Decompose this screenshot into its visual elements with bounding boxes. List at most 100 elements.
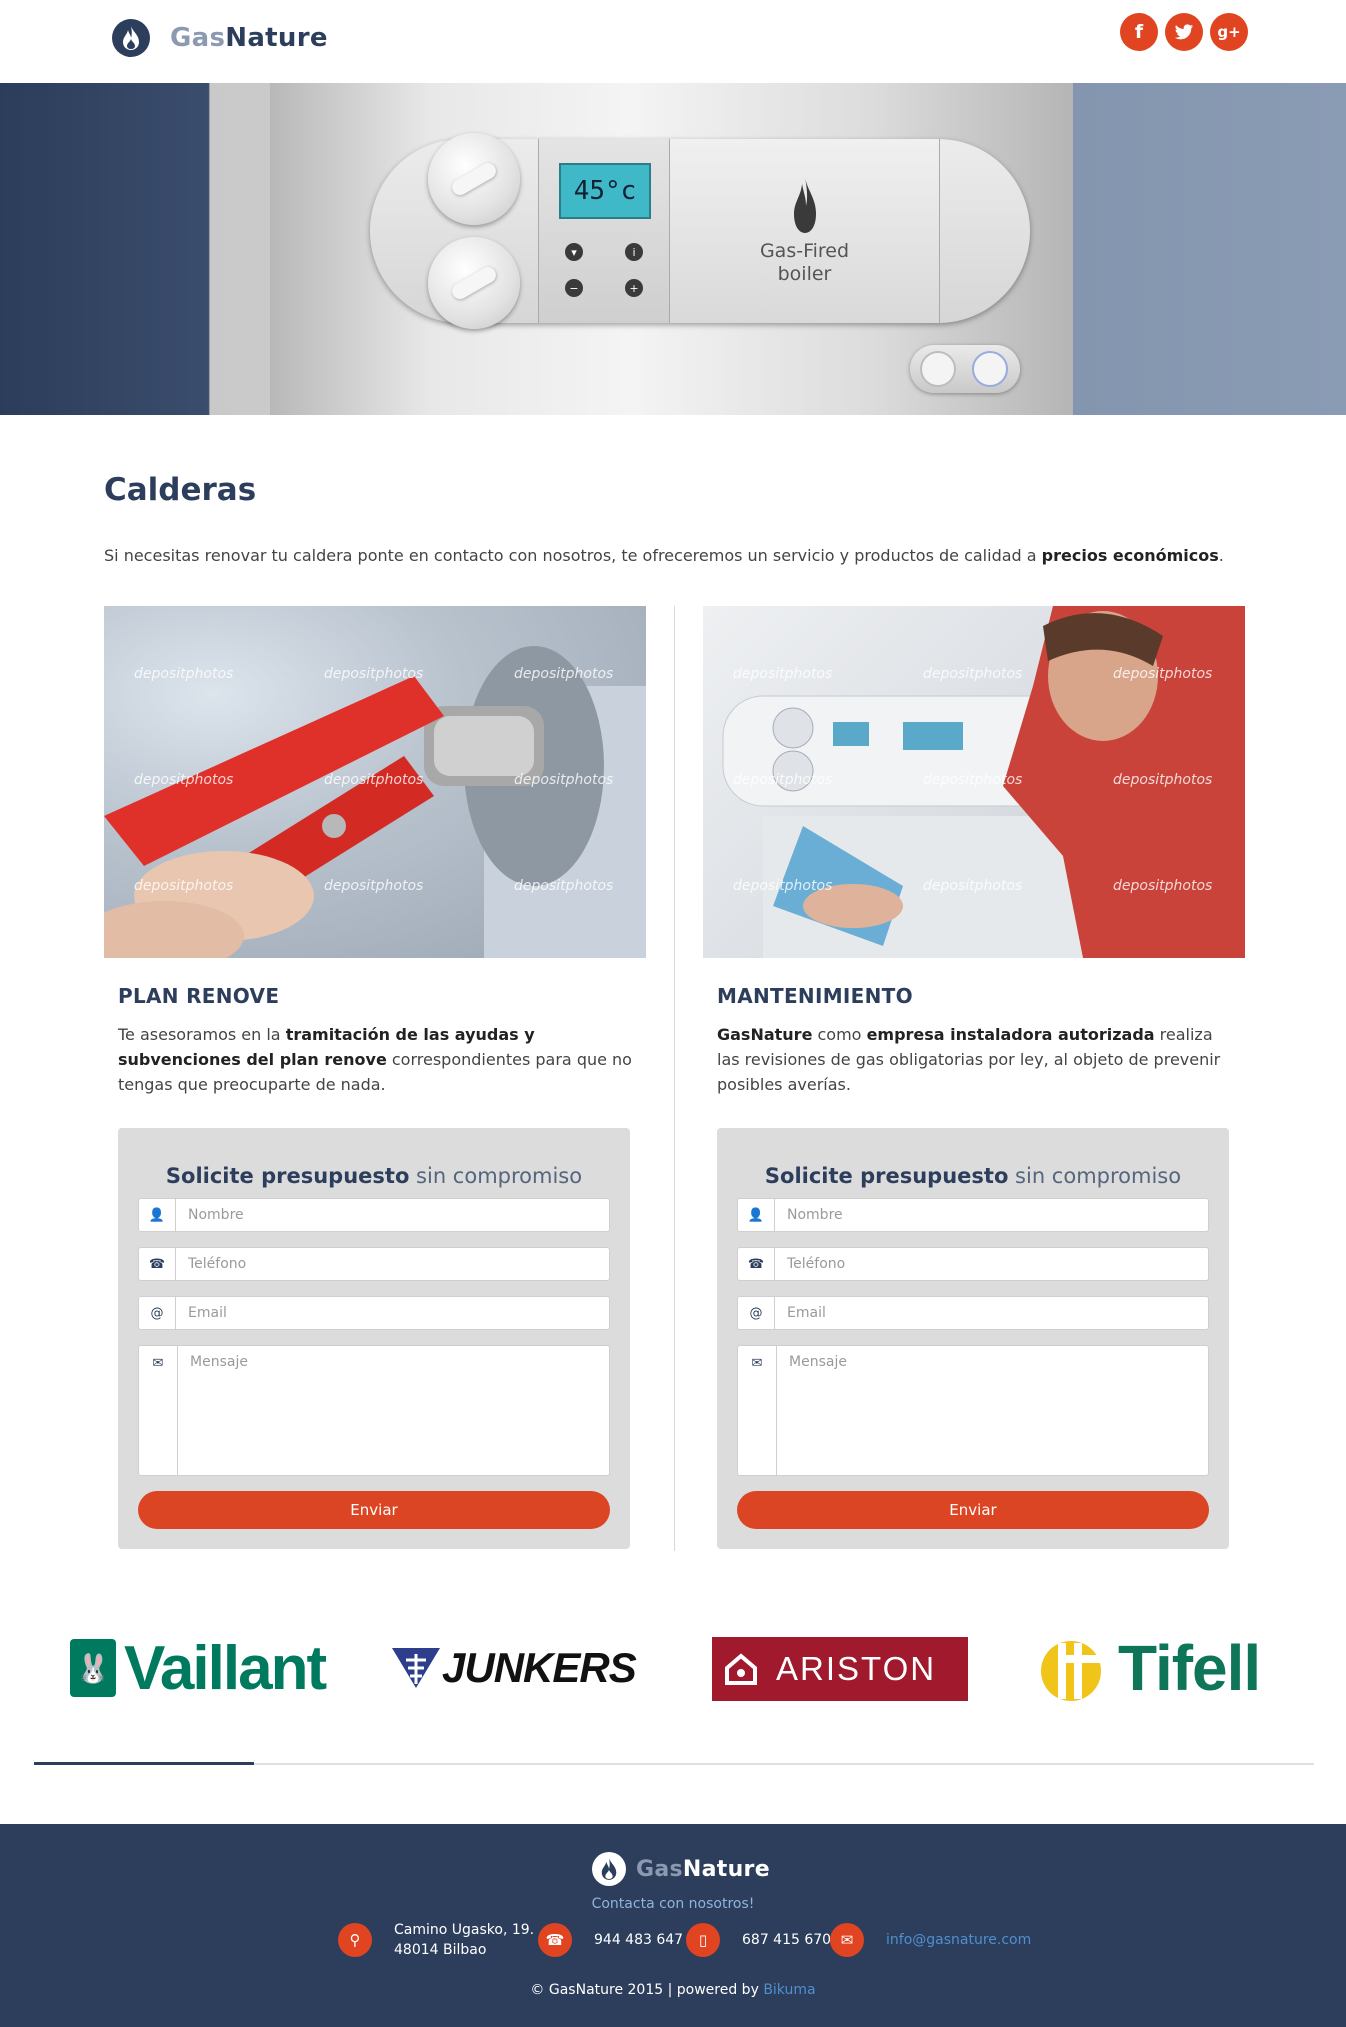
mantenimiento-column: depositphotos depositphotos depositphoto… bbox=[703, 606, 1245, 1549]
tifell-wordmark: Tifell bbox=[1118, 1632, 1261, 1704]
watermark: depositphotos bbox=[134, 772, 234, 788]
watermark: depositphotos bbox=[733, 666, 833, 682]
tifell-logo: Tifell bbox=[1036, 1632, 1261, 1704]
quote-form: Solicite presupuesto sin compromiso 👤 ☎ … bbox=[717, 1128, 1229, 1549]
watermark: depositphotos bbox=[324, 772, 424, 788]
intro-text: Si necesitas renovar tu caldera ponte en… bbox=[104, 546, 1224, 565]
at-icon: @ bbox=[139, 1297, 176, 1329]
site-logo[interactable]: GasNature bbox=[112, 19, 328, 57]
envelope-icon: ✉ bbox=[830, 1923, 864, 1957]
wrench-photo: depositphotos depositphotos depositphoto… bbox=[104, 606, 646, 958]
vaillant-wordmark: Vaillant bbox=[124, 1633, 327, 1703]
phone-input[interactable] bbox=[176, 1248, 609, 1280]
heating-knob bbox=[428, 237, 520, 329]
flame-logo-icon bbox=[592, 1852, 626, 1886]
watermark: depositphotos bbox=[923, 666, 1023, 682]
email-item: ✉ info@gasnature.com bbox=[830, 1918, 1031, 1962]
twitter-icon[interactable] bbox=[1165, 13, 1203, 51]
watermark: depositphotos bbox=[923, 878, 1023, 894]
flame-logo-icon bbox=[112, 19, 150, 57]
phone2-text: 687 415 670 bbox=[742, 1932, 832, 1948]
powered-by-link[interactable]: Bikuma bbox=[763, 1982, 815, 1998]
copyright: © GasNature 2015 | powered by Bikuma bbox=[530, 1982, 816, 1998]
form-title: Solicite presupuesto sin compromiso bbox=[165, 1164, 583, 1188]
down-icon: ▾ bbox=[565, 243, 583, 261]
site-footer: GasNature Contacta con nosotros! ⚲ Camin… bbox=[0, 1824, 1346, 2027]
name-field: 👤 bbox=[737, 1198, 1209, 1232]
column-text: Te asesoramos en la tramitación de las a… bbox=[118, 1025, 632, 1094]
facebook-icon[interactable]: f bbox=[1120, 13, 1158, 51]
mobile-icon: ▯ bbox=[686, 1923, 720, 1957]
phone-field: ☎ bbox=[138, 1247, 610, 1281]
form-title: Solicite presupuesto sin compromiso bbox=[764, 1164, 1182, 1188]
user-icon: 👤 bbox=[139, 1199, 176, 1231]
map-marker-icon: ⚲ bbox=[338, 1923, 372, 1957]
plus-icon: + bbox=[625, 279, 643, 297]
footer-wordmark: GasNature bbox=[636, 1856, 770, 1882]
ariston-logo: ARISTON bbox=[712, 1637, 968, 1701]
message-field: ✉ bbox=[138, 1345, 610, 1476]
phone-icon: ☎ bbox=[538, 1923, 572, 1957]
email-field: @ bbox=[737, 1296, 1209, 1330]
message-field: ✉ bbox=[737, 1345, 1209, 1476]
watermark: depositphotos bbox=[1113, 666, 1213, 682]
phone1-item: ☎ 944 483 647 bbox=[538, 1918, 683, 1962]
name-input[interactable] bbox=[775, 1199, 1208, 1231]
boiler-image: 45°c ▾ i − + Gas-Fired boiler bbox=[270, 83, 1073, 415]
phone2-item: ▯ 687 415 670 bbox=[686, 1918, 831, 1962]
column-title: PLAN RENOVE bbox=[118, 984, 280, 1008]
email-input[interactable] bbox=[775, 1297, 1208, 1329]
phone-field: ☎ bbox=[737, 1247, 1209, 1281]
column-text: GasNature como empresa instaladora autor… bbox=[717, 1025, 1221, 1094]
column-title: MANTENIMIENTO bbox=[717, 984, 913, 1008]
footer-logo[interactable]: GasNature bbox=[592, 1852, 770, 1886]
email-input[interactable] bbox=[176, 1297, 609, 1329]
email-field: @ bbox=[138, 1296, 610, 1330]
column-divider bbox=[674, 606, 675, 1551]
boiler-panel: 45°c ▾ i − + Gas-Fired boiler bbox=[370, 133, 1030, 329]
contact-title: Contacta con nosotros! bbox=[591, 1896, 755, 1912]
at-icon: @ bbox=[738, 1297, 775, 1329]
page-title: Calderas bbox=[104, 472, 257, 508]
boiler-label: Gas-Fired boiler bbox=[759, 240, 850, 285]
tifell-mark-icon bbox=[1041, 1641, 1101, 1701]
temperature-knob bbox=[428, 133, 520, 225]
name-input[interactable] bbox=[176, 1199, 609, 1231]
control-box: 45°c ▾ i − + bbox=[538, 139, 670, 323]
hero-banner: 45°c ▾ i − + Gas-Fired boiler bbox=[0, 83, 1346, 415]
plan-renove-column: depositphotos depositphotos depositphoto… bbox=[104, 606, 646, 1549]
google-plus-icon[interactable]: g+ bbox=[1210, 13, 1248, 51]
submit-button[interactable]: Enviar bbox=[138, 1491, 610, 1529]
watermark: depositphotos bbox=[134, 878, 234, 894]
phone-input[interactable] bbox=[775, 1248, 1208, 1280]
address-item: ⚲ Camino Ugasko, 19. 48014 Bilbao bbox=[338, 1918, 534, 1962]
pressure-gauge bbox=[972, 351, 1008, 387]
submit-button[interactable]: Enviar bbox=[737, 1491, 1209, 1529]
message-textarea[interactable] bbox=[777, 1346, 1208, 1475]
minus-icon: − bbox=[565, 279, 583, 297]
envelope-icon: ✉ bbox=[139, 1346, 178, 1475]
user-icon: 👤 bbox=[738, 1199, 775, 1231]
watermark: depositphotos bbox=[134, 666, 234, 682]
site-header: GasNature f g+ bbox=[0, 0, 1346, 83]
watermark: depositphotos bbox=[514, 666, 614, 682]
watermark: depositphotos bbox=[733, 772, 833, 788]
email-link[interactable]: info@gasnature.com bbox=[886, 1932, 1031, 1948]
house-icon bbox=[725, 1653, 757, 1685]
flame-icon bbox=[793, 177, 816, 233]
brand-logos: 🐰 Vaillant JUNKERS ARISTON Tifell bbox=[0, 1632, 1346, 1704]
contact-row: ⚲ Camino Ugasko, 19. 48014 Bilbao ☎ 944 4… bbox=[0, 1918, 1346, 1962]
junkers-logo: JUNKERS bbox=[390, 1632, 637, 1704]
watermark: depositphotos bbox=[514, 772, 614, 788]
info-icon: i bbox=[625, 243, 643, 261]
divider-accent bbox=[34, 1762, 254, 1765]
logo-wordmark: GasNature bbox=[170, 23, 328, 53]
vaillant-logo: 🐰 Vaillant bbox=[70, 1632, 327, 1704]
gauge-panel bbox=[910, 345, 1020, 393]
watermark: depositphotos bbox=[1113, 772, 1213, 788]
section-divider bbox=[34, 1762, 1314, 1765]
watermark: depositphotos bbox=[1113, 878, 1213, 894]
phone1-text: 944 483 647 bbox=[594, 1932, 684, 1948]
message-textarea[interactable] bbox=[178, 1346, 609, 1475]
temperature-display: 45°c bbox=[559, 163, 651, 219]
